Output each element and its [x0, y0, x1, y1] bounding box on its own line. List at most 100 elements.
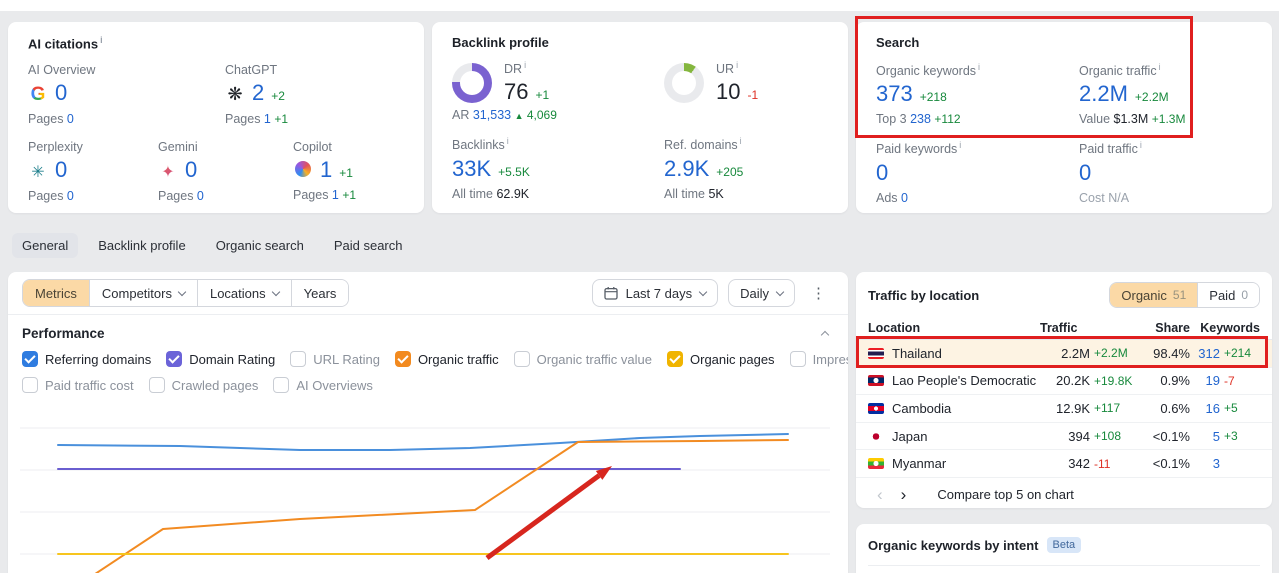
keywords-value[interactable]: 312	[1194, 346, 1220, 361]
granularity-button[interactable]: Daily	[728, 279, 795, 307]
ref-domains-value[interactable]: 2.9K	[664, 156, 709, 181]
info-icon: i	[1139, 140, 1142, 151]
paid-metrics-row: Paid keywords i 0 Ads 0 Paid traffic i 0 C…	[876, 140, 1252, 204]
traffic-value: 20.2K	[1056, 373, 1090, 389]
keywords-value[interactable]: 16	[1194, 401, 1220, 416]
info-icon: i	[100, 35, 103, 45]
checkbox-icon[interactable]	[290, 351, 307, 367]
url-rating-block: UR i 10 -1	[664, 60, 758, 104]
segment-locations[interactable]: Locations	[196, 280, 291, 306]
metric-checkbox-crawled-pages[interactable]: Crawled pages	[148, 377, 258, 393]
prev-page-button[interactable]: ‹	[868, 486, 892, 503]
share-value: 0.6%	[1160, 400, 1190, 416]
next-page-button[interactable]: ›	[892, 486, 916, 503]
keywords-value[interactable]: 19	[1194, 373, 1220, 388]
table-row-thailand[interactable]: Thailand 2.2M +2.2M 98.4% 312 +214	[856, 340, 1272, 368]
location-name: Thailand	[892, 345, 942, 361]
ai-source-gemini: Gemini ✦ 0 Pages 0	[158, 140, 293, 203]
metric-checkbox-impressions[interactable]: Impressions	[789, 351, 848, 367]
toggle-paid[interactable]: Paid 0	[1197, 283, 1259, 307]
metric-checkbox-domain-rating[interactable]: Domain Rating	[166, 351, 275, 367]
ai-source-pages: Pages 0	[28, 111, 74, 126]
checkbox-icon[interactable]	[394, 351, 411, 367]
column-traffic: Traffic	[1040, 320, 1078, 335]
metric-checkbox-paid-traffic-cost[interactable]: Paid traffic cost	[22, 377, 134, 393]
backlinks-change: +5.5K	[498, 164, 530, 179]
domain-rating-block: DR i 76 +1	[452, 60, 828, 104]
organic-traffic-label: Organic traffic i	[1079, 62, 1161, 79]
ai-source-pages: Pages 1 +1	[225, 111, 289, 126]
chevron-down-icon	[271, 287, 280, 296]
table-row-lao-people-s-democratic-repub[interactable]: Lao People's Democratic Repub 20.2K +19.…	[856, 368, 1272, 396]
more-options-button[interactable]: ⋮	[803, 284, 834, 302]
traffic-change: +117	[1094, 401, 1121, 416]
japan-flag	[868, 430, 884, 442]
metric-checkbox-url-rating[interactable]: URL Rating	[290, 351, 380, 367]
checkbox-icon[interactable]	[273, 377, 290, 393]
organic-traffic-value[interactable]: 2.2M	[1079, 81, 1128, 106]
info-icon: i	[524, 60, 527, 70]
table-row-cambodia[interactable]: Cambodia 12.9K +117 0.6% 16 +5	[856, 395, 1272, 423]
dr-change: +1	[535, 88, 550, 103]
ai-source-value[interactable]: 1	[320, 157, 332, 182]
metric-checkbox-ai-overviews[interactable]: AI Overviews	[273, 377, 373, 393]
traffic-change: -11	[1094, 456, 1111, 471]
ai-source-value[interactable]: 0	[185, 157, 197, 182]
metric-checkbox-organic-traffic[interactable]: Organic traffic	[394, 351, 499, 367]
checkbox-icon[interactable]	[166, 351, 183, 367]
divider	[868, 565, 1260, 566]
ai-source-value[interactable]: 2	[252, 81, 264, 105]
ai-source-change: +1	[339, 165, 353, 180]
ai-source-value[interactable]: 0	[55, 157, 67, 182]
checkbox-icon[interactable]	[789, 351, 806, 367]
tab-backlink-profile[interactable]: Backlink profile	[88, 233, 195, 258]
metric-checkbox-referring-domains[interactable]: Referring domains	[22, 351, 151, 367]
checkbox-icon[interactable]	[667, 351, 683, 367]
keywords-value[interactable]: 3	[1194, 456, 1220, 471]
table-row-myanmar[interactable]: Myanmar 342 -11 <0.1% 3	[856, 450, 1272, 478]
ai-source-label: Gemini	[158, 139, 198, 154]
triangle-up-icon: ▲	[514, 111, 524, 122]
table-body: Thailand 2.2M +2.2M 98.4% 312 +214 Lao P…	[856, 340, 1272, 478]
traffic-value: 394	[1068, 428, 1090, 444]
date-range-button[interactable]: Last 7 days	[591, 279, 719, 307]
compare-top5-link[interactable]: Compare top 5 on chart	[937, 487, 1074, 502]
checkbox-icon[interactable]	[22, 377, 38, 393]
keywords-change: +5	[1224, 401, 1238, 416]
chevron-down-icon	[698, 287, 708, 296]
tab-general[interactable]: General	[12, 232, 79, 258]
collapse-section-button[interactable]	[816, 324, 834, 343]
tab-paid-search[interactable]: Paid search	[324, 233, 413, 258]
ai-source-label: Copilot	[293, 139, 332, 154]
organic-keywords-value[interactable]: 373	[876, 81, 913, 106]
backlinks-label: Backlinks i	[452, 136, 509, 153]
backlinks-alltime: All time 62.9K	[452, 186, 530, 201]
toggle-organic[interactable]: Organic 51	[1110, 283, 1198, 307]
chevron-left-icon: ‹	[877, 484, 883, 504]
keywords-value[interactable]: 5	[1194, 429, 1220, 444]
date-range-label: Last 7 days	[625, 285, 693, 301]
backlinks-value[interactable]: 33K	[452, 156, 491, 181]
table-row-japan[interactable]: Japan 394 +108 <0.1% 5 +3	[856, 423, 1272, 451]
search-title: Search	[876, 35, 920, 50]
segment-years[interactable]: Years	[290, 280, 349, 306]
paid-keywords-value[interactable]: 0	[876, 160, 888, 185]
paid-traffic-value[interactable]: 0	[1079, 160, 1091, 185]
checkbox-icon[interactable]	[22, 351, 38, 367]
tab-organic-search[interactable]: Organic search	[206, 233, 314, 258]
info-icon: i	[739, 136, 742, 147]
checkbox-icon[interactable]	[148, 377, 165, 393]
share-value: 0.9%	[1160, 373, 1190, 389]
paid-keywords-block: Paid keywords i 0 Ads 0	[876, 140, 1252, 204]
ai-source-pages: Pages 1 +1	[293, 187, 357, 202]
segment-competitors[interactable]: Competitors	[88, 280, 197, 306]
dr-value: 76	[504, 79, 529, 105]
ai-source-value[interactable]: 0	[55, 81, 67, 105]
column-location: Location	[868, 320, 921, 335]
performance-chart[interactable]	[8, 402, 848, 573]
metric-checkbox-organic-traffic-value[interactable]: Organic traffic value	[513, 351, 652, 367]
segment-metrics[interactable]: Metrics	[23, 280, 89, 306]
metric-checkbox-organic-pages[interactable]: Organic pages	[667, 351, 775, 367]
checkbox-icon[interactable]	[513, 351, 530, 367]
backlink-profile-card: Backlink profile DR i 76 +1 UR i 10 -1 A…	[432, 22, 848, 213]
